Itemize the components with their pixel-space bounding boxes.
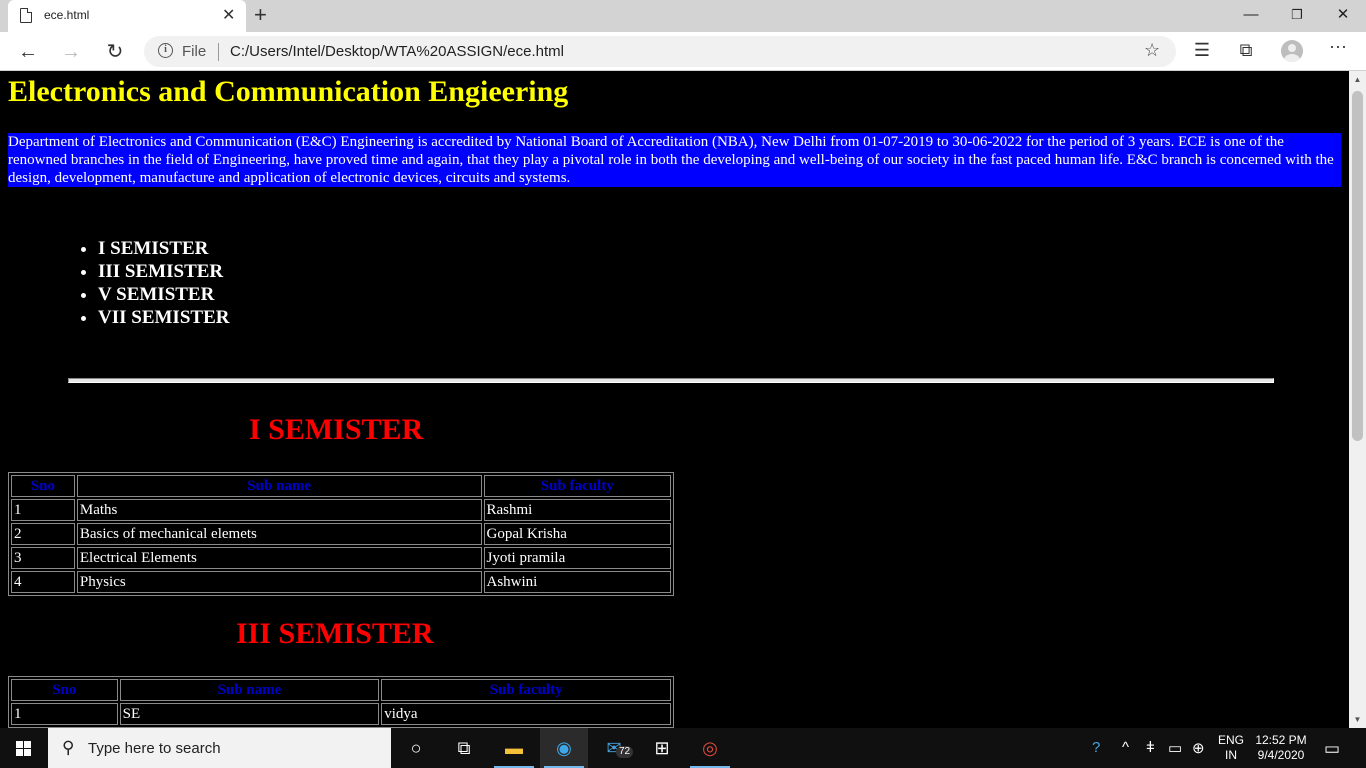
table-cell: 3 [11, 547, 75, 569]
favorites-list-icon[interactable]: ☰ [1190, 40, 1214, 61]
table-row: 1 SE vidya [11, 703, 671, 725]
address-scheme: File [182, 43, 207, 60]
search-icon: ⚲ [62, 738, 75, 757]
refresh-icon[interactable]: ↻ [100, 38, 130, 66]
tab-title: ece.html [44, 8, 90, 22]
table-cell: 2 [11, 523, 75, 545]
help-icon[interactable]: ? [1092, 739, 1100, 756]
more-menu-icon[interactable]: ··· [1326, 36, 1350, 57]
column-header: Sub name [119, 679, 380, 701]
back-icon[interactable]: ← [13, 38, 43, 66]
table-cell: Gopal Krisha [483, 523, 671, 545]
taskbar-search-box[interactable]: ⚲ Type here to search [48, 728, 391, 768]
semester-link[interactable]: III SEMISTER [98, 261, 223, 282]
column-header: Sub faculty [381, 679, 671, 701]
tab-strip: ece.html ✕ + — ❐ ✕ [0, 0, 1366, 32]
network-icon[interactable]: ⊕ [1192, 739, 1205, 757]
table-cell: 1 [11, 499, 75, 521]
list-item: III SEMISTER [98, 260, 229, 283]
notifications-icon[interactable]: ▭ [1324, 739, 1340, 759]
restore-button[interactable]: ❐ [1274, 0, 1320, 32]
tab-close-icon[interactable]: ✕ [222, 5, 235, 25]
mail-badge: 72 [616, 746, 634, 758]
table-header-row: Sno Sub name Sub faculty [11, 475, 671, 497]
semester-heading: I SEMISTER [249, 413, 424, 446]
mail-icon[interactable]: ✉ 72 [590, 728, 638, 768]
start-button[interactable] [0, 728, 48, 768]
semester-link[interactable]: V SEMISTER [98, 284, 214, 305]
table-cell: Maths [76, 499, 482, 521]
forward-icon[interactable]: → [56, 38, 86, 66]
page-icon [20, 8, 32, 23]
profile-avatar-icon[interactable] [1281, 40, 1303, 62]
info-icon[interactable]: i [158, 43, 173, 58]
table-cell: Jyoti pramila [483, 547, 671, 569]
column-header: Sub name [76, 475, 482, 497]
scroll-down-icon[interactable]: ▼ [1349, 711, 1366, 728]
list-item: V SEMISTER [98, 283, 229, 306]
semester-link[interactable]: VII SEMISTER [98, 307, 229, 328]
browser-toolbar: ← → ↻ i File C:/Users/Intel/Desktop/WTA%… [0, 32, 1366, 71]
tab-ece[interactable]: ece.html ✕ [8, 0, 246, 32]
windows-taskbar: ⚲ Type here to search ○ ⧉ ▬ ◉ ✉ 72 ⊞ ◎ ? … [0, 728, 1366, 768]
new-tab-button[interactable]: + [254, 2, 267, 28]
semester-link[interactable]: I SEMISTER [98, 238, 208, 259]
clock-date: 9/4/2020 [1257, 748, 1305, 762]
clock-time: 12:52 PM [1255, 733, 1307, 747]
address-bar[interactable]: i File C:/Users/Intel/Desktop/WTA%20ASSI… [144, 36, 1176, 67]
language-indicator[interactable]: ENG IN [1216, 733, 1246, 763]
cortana-icon[interactable]: ○ [392, 728, 440, 768]
minimize-button[interactable]: — [1228, 0, 1274, 32]
region-code: IN [1225, 748, 1237, 762]
battery-icon[interactable]: ▭ [1168, 739, 1182, 757]
file-explorer-icon[interactable]: ▬ [490, 728, 538, 768]
list-item: VII SEMISTER [98, 306, 229, 329]
table-cell: 4 [11, 571, 75, 593]
column-header: Sno [11, 475, 75, 497]
table-cell: Rashmi [483, 499, 671, 521]
table-cell: SE [119, 703, 380, 725]
horizontal-rule [68, 378, 1274, 383]
address-separator [218, 43, 219, 61]
clock[interactable]: 12:52 PM 9/4/2020 [1252, 733, 1310, 763]
semester-table: Sno Sub name Sub faculty 1 Maths Rashmi … [8, 472, 674, 596]
microphone-icon[interactable]: ǂ [1146, 739, 1155, 756]
scroll-thumb[interactable] [1352, 91, 1363, 441]
table-cell: Ashwini [483, 571, 671, 593]
list-item: I SEMISTER [98, 237, 229, 260]
page-title: Electronics and Communication Engieering [8, 75, 569, 108]
close-window-button[interactable]: ✕ [1320, 0, 1366, 32]
column-header: Sub faculty [483, 475, 671, 497]
table-cell: Physics [76, 571, 482, 593]
search-placeholder: Type here to search [88, 740, 221, 757]
table-cell: 1 [11, 703, 118, 725]
table-cell: vidya [381, 703, 671, 725]
semester-link-list: I SEMISTER III SEMISTER V SEMISTER VII S… [98, 237, 229, 329]
chrome-icon[interactable]: ◎ [686, 728, 734, 768]
column-header: Sno [11, 679, 118, 701]
semester-table: Sno Sub name Sub faculty 1 SE vidya [8, 676, 674, 728]
tray-chevron-icon[interactable]: ^ [1122, 739, 1129, 756]
table-cell: Basics of mechanical elemets [76, 523, 482, 545]
department-intro: Department of Electronics and Communicat… [8, 133, 1341, 187]
language-code: ENG [1217, 733, 1244, 747]
table-row: 4 Physics Ashwini [11, 571, 671, 593]
address-url[interactable]: C:/Users/Intel/Desktop/WTA%20ASSIGN/ece.… [230, 43, 564, 60]
scroll-up-icon[interactable]: ▲ [1349, 71, 1366, 88]
windows-logo-icon [16, 741, 32, 756]
edge-browser-icon[interactable]: ◉ [540, 728, 588, 768]
vertical-scrollbar[interactable]: ▲ ▼ [1349, 71, 1366, 728]
table-row: 2 Basics of mechanical elemets Gopal Kri… [11, 523, 671, 545]
page-viewport: Electronics and Communication Engieering… [0, 71, 1349, 728]
favorite-star-icon[interactable]: ☆ [1144, 40, 1160, 61]
collections-icon[interactable]: ⧉ [1234, 40, 1258, 61]
table-cell: Electrical Elements [76, 547, 482, 569]
table-row: 3 Electrical Elements Jyoti pramila [11, 547, 671, 569]
task-view-icon[interactable]: ⧉ [440, 728, 488, 768]
table-header-row: Sno Sub name Sub faculty [11, 679, 671, 701]
table-row: 1 Maths Rashmi [11, 499, 671, 521]
semester-heading: III SEMISTER [236, 617, 434, 650]
store-icon[interactable]: ⊞ [638, 728, 686, 768]
